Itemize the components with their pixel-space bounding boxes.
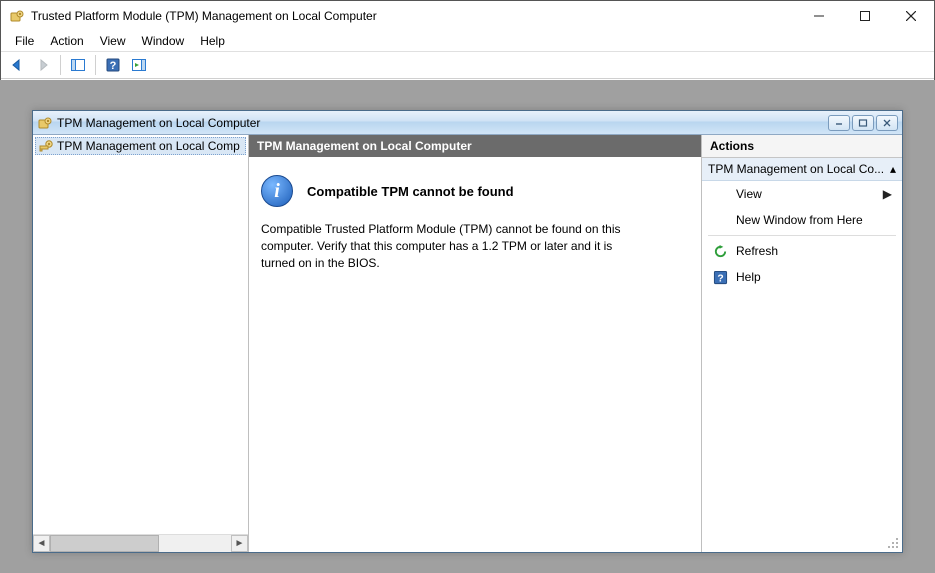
action-help[interactable]: ? Help — [702, 264, 902, 290]
scroll-thumb[interactable] — [50, 535, 159, 552]
action-view-label: View — [736, 187, 875, 201]
menubar: File Action View Window Help — [1, 31, 934, 51]
collapse-up-icon: ▴ — [890, 162, 896, 176]
actions-section-header[interactable]: TPM Management on Local Co... ▴ — [702, 158, 902, 181]
resize-grip-icon[interactable] — [885, 535, 899, 549]
divider — [708, 235, 896, 236]
content-panel: TPM Management on Local Computer i Compa… — [249, 135, 702, 552]
window-title: Trusted Platform Module (TPM) Management… — [31, 9, 796, 23]
info-row: i Compatible TPM cannot be found — [261, 175, 689, 207]
tree-item-label: TPM Management on Local Comp — [57, 139, 240, 153]
show-hide-tree-button[interactable] — [66, 53, 90, 77]
menu-window[interactable]: Window — [134, 32, 193, 50]
info-icon: i — [261, 175, 293, 207]
child-body: TPM Management on Local Comp ◄ ► TPM Man… — [33, 135, 902, 552]
child-close-button[interactable] — [876, 115, 898, 131]
svg-text:?: ? — [110, 60, 117, 72]
maximize-button[interactable] — [842, 1, 888, 31]
blank-icon — [712, 212, 728, 228]
window-controls — [796, 1, 934, 31]
show-hide-action-pane-button[interactable] — [127, 53, 151, 77]
child-minimize-button[interactable] — [828, 115, 850, 131]
toolbar: ? — [1, 51, 934, 79]
tpm-key-icon — [38, 138, 54, 154]
tree-horizontal-scrollbar[interactable]: ◄ ► — [33, 534, 248, 552]
action-new-window-label: New Window from Here — [736, 213, 863, 227]
action-help-label: Help — [736, 270, 761, 284]
content-heading: TPM Management on Local Computer — [249, 135, 701, 157]
menu-view[interactable]: View — [92, 32, 134, 50]
mdi-workspace: TPM Management on Local Computer TPM Man… — [0, 80, 935, 573]
info-text: Compatible Trusted Platform Module (TPM)… — [261, 221, 641, 271]
forward-button[interactable] — [31, 53, 55, 77]
actions-panel-title: Actions — [702, 135, 902, 158]
blank-icon — [712, 186, 728, 202]
toolbar-separator — [95, 55, 96, 75]
close-button[interactable] — [888, 1, 934, 31]
action-refresh[interactable]: Refresh — [702, 238, 902, 264]
chevron-right-icon: ▶ — [883, 187, 892, 201]
help-button[interactable]: ? — [101, 53, 125, 77]
tpm-key-icon — [37, 115, 53, 131]
help-icon: ? — [712, 269, 728, 285]
action-new-window[interactable]: New Window from Here — [702, 207, 902, 233]
actions-section-title-text: TPM Management on Local Co... — [708, 162, 884, 176]
content-body: i Compatible TPM cannot be found Compati… — [249, 157, 701, 552]
scroll-right-icon[interactable]: ► — [231, 535, 248, 552]
menu-file[interactable]: File — [7, 32, 42, 50]
toolbar-separator — [60, 55, 61, 75]
child-window-controls — [828, 115, 898, 131]
menu-help[interactable]: Help — [192, 32, 233, 50]
tree-panel: TPM Management on Local Comp ◄ ► — [33, 135, 249, 552]
back-button[interactable] — [5, 53, 29, 77]
tree-content: TPM Management on Local Comp — [33, 135, 248, 534]
minimize-button[interactable] — [796, 1, 842, 31]
child-titlebar: TPM Management on Local Computer — [33, 111, 902, 135]
info-title: Compatible TPM cannot be found — [307, 184, 514, 199]
tree-item-tpm-root[interactable]: TPM Management on Local Comp — [35, 137, 246, 155]
menu-action[interactable]: Action — [42, 32, 91, 50]
actions-panel: Actions TPM Management on Local Co... ▴ … — [702, 135, 902, 552]
scroll-track[interactable] — [50, 535, 231, 552]
child-window: TPM Management on Local Computer TPM Man… — [32, 110, 903, 553]
titlebar: Trusted Platform Module (TPM) Management… — [1, 1, 934, 31]
action-refresh-label: Refresh — [736, 244, 778, 258]
scroll-left-icon[interactable]: ◄ — [33, 535, 50, 552]
child-maximize-button[interactable] — [852, 115, 874, 131]
svg-text:?: ? — [717, 273, 723, 284]
refresh-icon — [712, 243, 728, 259]
tpm-app-icon — [9, 8, 25, 24]
child-window-title: TPM Management on Local Computer — [57, 116, 828, 130]
action-view[interactable]: View ▶ — [702, 181, 902, 207]
